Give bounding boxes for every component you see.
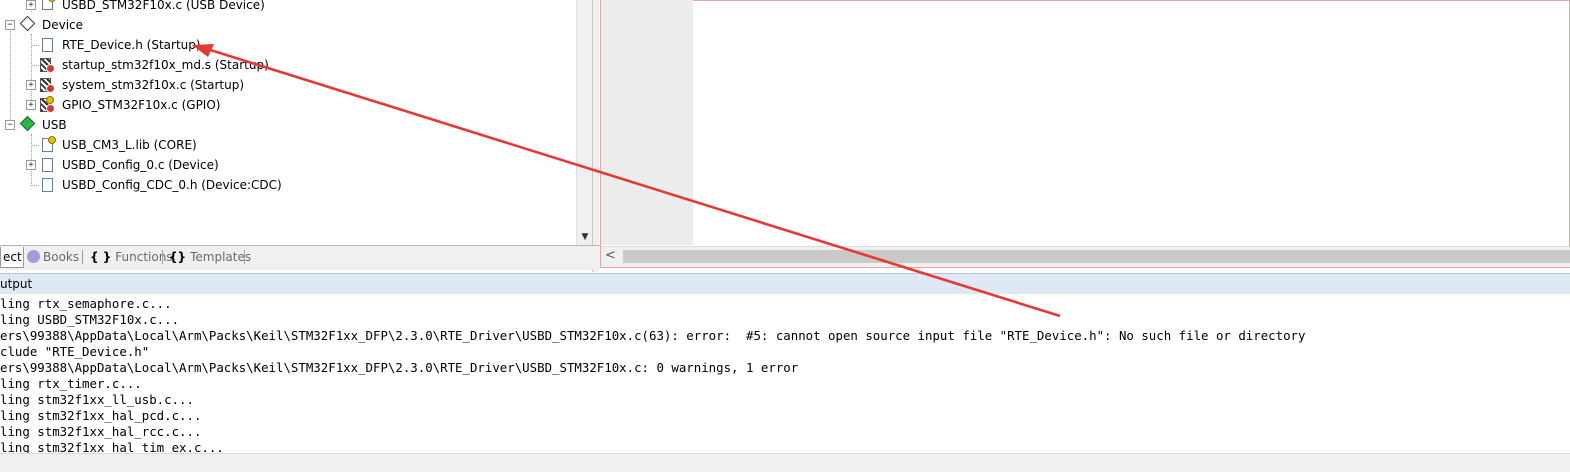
output-line: ling stm32f1xx hal tim ex.c...	[0, 440, 224, 453]
expand-toggle[interactable]: +	[26, 160, 36, 170]
tree-line	[31, 145, 39, 146]
asm-file-icon	[40, 58, 55, 73]
editor-horizontal-scrollbar[interactable]: <	[601, 246, 1570, 267]
tab-functions[interactable]: { } Functions	[88, 247, 173, 267]
tree-line	[31, 185, 39, 186]
workspace-tabbar: ect Books { } Functions {} Templates	[0, 245, 600, 270]
editor-pane[interactable]	[600, 0, 1570, 268]
output-title: utput	[0, 277, 33, 291]
project-tree[interactable]: + USBD_STM32F10x.c (USB Device) − Device…	[0, 0, 576, 245]
tree-line	[10, 28, 11, 124]
config-badge-icon	[46, 84, 55, 93]
tree-line	[31, 45, 39, 46]
books-icon	[27, 250, 40, 263]
tab-separator	[244, 250, 245, 264]
collapse-toggle[interactable]: −	[5, 120, 15, 130]
expand-toggle[interactable]: +	[26, 80, 36, 90]
tree-vertical-scrollbar[interactable]: ▼	[576, 0, 593, 245]
key-icon	[48, 0, 56, 2]
build-output-panel[interactable]: ling rtx_semaphore.c... ling USBD_STM32F1…	[0, 294, 1570, 453]
tree-line	[31, 65, 39, 66]
tab-separator	[82, 250, 83, 264]
editor-gutter	[601, 0, 693, 245]
pane-splitter[interactable]	[592, 0, 599, 272]
tab-books[interactable]: Books	[25, 247, 79, 267]
output-line: ers\99388\AppData\Local\Arm\Packs\Keil\S…	[0, 328, 1306, 343]
tab-templates[interactable]: {} Templates	[167, 247, 251, 267]
tab-project[interactable]: ect	[0, 247, 24, 268]
output-line: ling USBD_STM32F10x.c...	[0, 312, 180, 327]
key-icon	[46, 96, 54, 104]
output-line: ling stm32f1xx_ll_usb.c...	[0, 392, 194, 407]
scrollbar-thumb[interactable]	[623, 250, 1570, 263]
functions-icon: { }	[90, 250, 112, 264]
output-panel-header: utput	[0, 273, 1570, 295]
key-icon	[48, 136, 56, 144]
status-bar	[0, 453, 1570, 472]
header-file-icon	[42, 178, 53, 192]
output-line: clude "RTE_Device.h"	[0, 344, 150, 359]
output-line: ling stm32f1xx_hal_rcc.c...	[0, 424, 202, 439]
output-line: ers\99388\AppData\Local\Arm\Packs\Keil\S…	[0, 360, 799, 375]
scroll-down-arrow-icon[interactable]: ▼	[577, 229, 593, 245]
component-group-icon	[19, 15, 36, 32]
component-group-icon	[19, 115, 36, 132]
scroll-left-arrow-icon[interactable]: <	[605, 248, 616, 263]
header-file-icon	[42, 38, 53, 52]
c-file-icon	[40, 96, 55, 113]
config-badge-icon	[46, 64, 55, 73]
output-line: ling rtx_semaphore.c...	[0, 296, 172, 311]
expand-toggle[interactable]: +	[26, 100, 36, 110]
lib-file-icon	[42, 136, 56, 152]
output-line: ling rtx_timer.c...	[0, 376, 142, 391]
c-file-icon	[42, 158, 53, 172]
expand-toggle[interactable]: +	[26, 0, 36, 10]
templates-icon: {}	[169, 250, 187, 264]
output-line: ling stm32f1xx_hal_pcd.c...	[0, 408, 202, 423]
collapse-toggle[interactable]: −	[5, 20, 15, 30]
c-file-icon	[42, 0, 56, 10]
tab-separator	[162, 250, 163, 264]
c-file-icon	[40, 78, 55, 93]
config-badge-icon	[46, 104, 55, 113]
